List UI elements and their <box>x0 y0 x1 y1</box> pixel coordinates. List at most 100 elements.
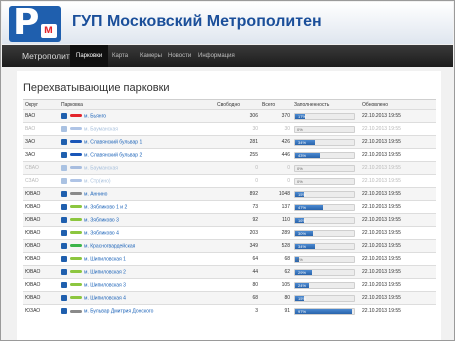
cell-updated: 22.10.2013 19:55 <box>360 291 436 305</box>
cell-updated: 22.10.2013 19:55 <box>360 304 436 318</box>
cell-total: 137 <box>260 200 292 214</box>
fill-progress-bar: 17% <box>294 112 355 120</box>
nav-item-parkings[interactable]: Парковки <box>70 45 109 67</box>
fill-progress-bar: 29% <box>294 268 355 276</box>
cell-total: 91 <box>260 304 292 318</box>
table-row: ЮВАО м. Зябликово 3 92 110 16% 22.10.2013 19:… <box>23 213 436 227</box>
cell-parking: м. Бульвар Дмитрия Донского <box>59 304 215 318</box>
parking-link[interactable]: м. Славянский бульвар 2 <box>84 152 142 158</box>
table-row: ВАО м. Бьянго 306 370 17% 22.10.2013 19:55 <box>23 109 436 123</box>
parking-icon <box>61 294 67 301</box>
cell-free: 0 <box>215 161 260 175</box>
parking-link[interactable]: м. Аннино <box>84 191 107 197</box>
browser-frame: P ГУП Московский Метрополитен Метрополит… <box>0 0 455 341</box>
column-header-fill[interactable]: Заполненность <box>292 99 360 110</box>
page-title: Перехватывающие парковки <box>23 82 170 94</box>
metro-line-icon <box>70 257 82 261</box>
parking-link[interactable]: м. Зябликово 4 <box>84 230 119 236</box>
cell-district: ЮВАО <box>23 187 59 201</box>
cell-district: ЮВАО <box>23 291 59 305</box>
parking-icon <box>61 177 67 184</box>
cell-parking: м. Зябликово 1 и 2 <box>59 200 215 214</box>
parking-link[interactable]: м. Шипиловская 1 <box>84 256 126 262</box>
parking-icon <box>61 203 67 210</box>
metro-line-icon <box>70 192 82 196</box>
parking-link[interactable]: м. Бьянго <box>84 113 106 119</box>
fill-percent-label: 15% <box>298 191 307 197</box>
cell-updated: 22.10.2013 19:55 <box>360 239 436 253</box>
parking-icon <box>61 164 67 171</box>
parking-icon <box>61 190 67 197</box>
fill-percent-label: 0% <box>297 126 303 132</box>
column-header-free[interactable]: Свободно <box>215 99 260 110</box>
cell-updated: 22.10.2013 19:55 <box>360 265 436 279</box>
parking-link[interactable]: м. Шипиловская 4 <box>84 295 126 301</box>
parking-link[interactable]: м. Зябликово 3 <box>84 217 119 223</box>
fill-percent-label: 16% <box>298 217 307 223</box>
fill-percent-label: 24% <box>298 282 307 288</box>
parking-icon <box>61 138 67 145</box>
fill-percent-label: 97% <box>298 308 307 314</box>
column-header-updated[interactable]: Обновлено <box>360 99 436 110</box>
cell-parking: м. Шипиловская 3 <box>59 278 215 292</box>
parking-link[interactable]: м. Шипиловская 2 <box>84 269 126 275</box>
cell-district: ЗАО <box>23 135 59 149</box>
column-header-total[interactable]: Всего <box>260 99 292 110</box>
cell-fill: 24% <box>292 278 360 292</box>
nav-item-info[interactable]: Информация <box>192 45 241 67</box>
metro-line-icon <box>70 140 82 144</box>
column-header-parking[interactable]: Парковка <box>59 99 215 110</box>
cell-fill: 30% <box>292 226 360 240</box>
cell-total: 0 <box>260 161 292 175</box>
column-header-district[interactable]: Округ <box>23 99 59 110</box>
metro-logo-icon <box>41 22 57 38</box>
cell-district: ЮВАО <box>23 213 59 227</box>
parking-link[interactable]: м. Красногвардейская <box>84 243 135 249</box>
cell-updated: 22.10.2013 19:55 <box>360 252 436 266</box>
table-row: ЮВАО м. Шипиловская 4 68 80 15% 22.10.2013 19… <box>23 291 436 305</box>
metro-line-icon <box>70 283 82 287</box>
parking-link[interactable]: м. Шипиловская 3 <box>84 282 126 288</box>
cell-district: СЗАО <box>23 174 59 188</box>
nav-item-map[interactable]: Карта <box>106 45 134 67</box>
cell-free: 44 <box>215 265 260 279</box>
metro-line-icon <box>70 166 82 170</box>
cell-total: 426 <box>260 135 292 149</box>
table-row: ЗАО м. Славянский бульвар 1 281 426 34% 22.10… <box>23 135 436 149</box>
cell-parking: м. Зябликово 3 <box>59 213 215 227</box>
fill-progress-bar: 43% <box>294 151 355 159</box>
metro-line-icon <box>70 153 82 157</box>
cell-parking: м. Бьянго <box>59 109 215 123</box>
fill-progress-bar: 34% <box>294 138 355 146</box>
table-header-row: Округ Парковка Свободно Всего Заполненно… <box>23 99 436 110</box>
cell-updated: 22.10.2013 19:55 <box>360 174 436 188</box>
table-row: ВАО м. Бауманская 30 30 0% 22.10.2013 19:55 <box>23 122 436 136</box>
fill-percent-label: 6% <box>297 256 303 262</box>
table-row: ЗАО м. Славянский бульвар 2 255 446 43% 22.10… <box>23 148 436 162</box>
cell-free: 80 <box>215 278 260 292</box>
cell-fill: 34% <box>292 239 360 253</box>
fill-percent-label: 47% <box>298 204 307 210</box>
cell-free: 30 <box>215 122 260 136</box>
cell-parking: м. Зябликово 4 <box>59 226 215 240</box>
parking-link[interactable]: м. Бауманская <box>84 126 118 132</box>
parking-link[interactable]: м. Бульвар Дмитрия Донского <box>84 308 153 314</box>
metro-line-icon <box>70 218 82 222</box>
cell-total: 68 <box>260 252 292 266</box>
table-row: ЮЗАО м. Бульвар Дмитрия Донского 3 91 97% 22.… <box>23 304 436 318</box>
cell-total: 370 <box>260 109 292 123</box>
fill-progress-bar: 30% <box>294 229 355 237</box>
cell-parking: м. Шипиловская 4 <box>59 291 215 305</box>
parking-link[interactable]: м. Бауманская <box>84 165 118 171</box>
fill-progress-bar: 15% <box>294 294 355 302</box>
cell-district: ВАО <box>23 109 59 123</box>
metro-line-icon <box>70 114 82 118</box>
parking-link[interactable]: м. Стр(ино) <box>84 178 111 184</box>
parking-link[interactable]: м. Славянский бульвар 1 <box>84 139 142 145</box>
parking-icon <box>61 268 67 275</box>
parking-link[interactable]: м. Зябликово 1 и 2 <box>84 204 127 210</box>
fill-progress-bar: 0% <box>294 125 355 133</box>
table-row: ЮВАО м. Шипиловская 3 80 105 24% 22.10.2013 1… <box>23 278 436 292</box>
parking-logo-icon[interactable]: P <box>9 4 61 42</box>
cell-parking: м. Славянский бульвар 1 <box>59 135 215 149</box>
